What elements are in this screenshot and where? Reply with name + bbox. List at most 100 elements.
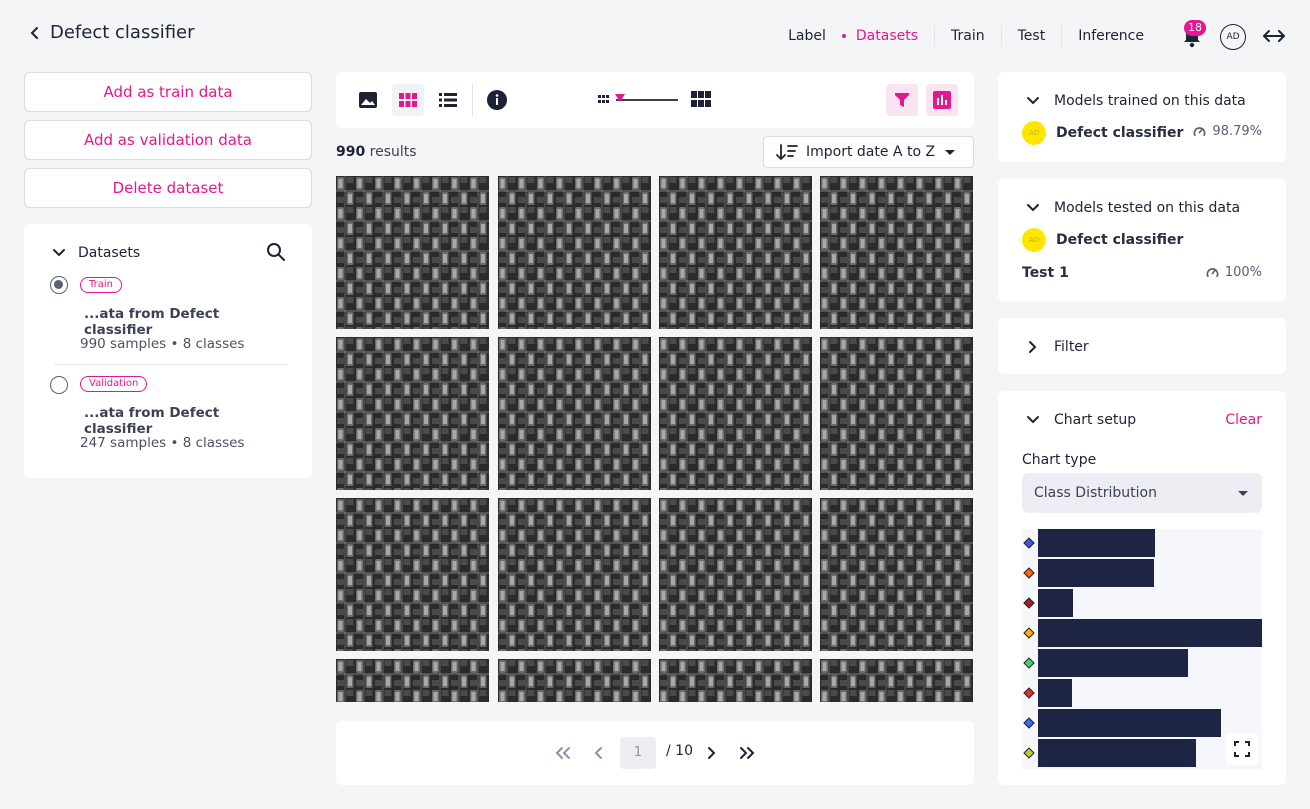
page-number-input[interactable]: 1 [620,737,656,769]
image-thumbnail[interactable] [336,659,489,702]
fullscreen-icon [1234,741,1250,757]
search-icon[interactable] [266,242,286,262]
thumbnail-size-slider[interactable] [616,99,678,101]
image-thumbnail[interactable] [498,176,651,329]
datasets-header[interactable]: Datasets [52,245,140,261]
first-page-button[interactable] [551,741,575,765]
class-color-marker [1023,657,1035,669]
chart-bar[interactable] [1038,559,1154,587]
slider-handle[interactable] [615,94,625,102]
image-thumbnail[interactable] [498,337,651,490]
tested-model-row[interactable]: AD Defect classifier [1022,228,1183,252]
chart-bar[interactable] [1038,709,1221,737]
image-thumbnail[interactable] [659,498,812,651]
nav-inference[interactable]: Inference [1061,25,1160,47]
page-title: Defect classifier [50,22,195,43]
image-thumbnail[interactable] [820,498,973,651]
page-total: / 10 [666,743,693,759]
dataset-radio-train[interactable] [50,276,68,294]
clear-button[interactable]: Clear [1225,412,1262,428]
delete-dataset-button[interactable]: Delete dataset [24,168,312,208]
chart-bar[interactable] [1038,649,1188,677]
results-count: 990 results [336,144,417,160]
list-view-button[interactable] [432,84,464,116]
dataset-meta-train: 990 samples • 8 classes [80,336,245,352]
models-trained-card: Models trained on this data AD Defect cl… [998,72,1286,162]
nav-label[interactable]: Label [772,25,842,47]
image-thumbnail[interactable] [820,659,973,702]
filter-card[interactable]: Filter [998,318,1286,374]
sort-dropdown[interactable]: Import date A to Z [763,136,974,168]
add-train-data-button[interactable]: Add as train data [24,72,312,112]
trained-model-row[interactable]: AD Defect classifier [1022,121,1183,145]
main-nav: Label Datasets Train Test Inference [772,22,1160,50]
image-thumbnail[interactable] [820,176,973,329]
chevron-down-icon [1027,204,1039,212]
last-page-button[interactable] [735,741,759,765]
image-thumbnail[interactable] [498,659,651,702]
model-avatar: AD [1022,121,1046,145]
image-thumbnail[interactable] [336,498,489,651]
dataset-item-validation[interactable]: Validation ...ata from Defect classifier… [50,376,288,466]
image-thumbnail[interactable] [659,176,812,329]
expand-horizontal-icon[interactable] [1262,26,1286,46]
caret-down-icon [945,150,955,155]
image-thumbnail[interactable] [336,337,489,490]
chart-type-select[interactable]: Class Distribution [1022,473,1262,513]
image-thumbnail[interactable] [336,176,489,329]
class-color-marker [1023,627,1035,639]
image-thumbnail[interactable] [498,498,651,651]
models-tested-header[interactable]: Models tested on this data [1026,200,1240,216]
chart-bar[interactable] [1038,529,1155,557]
grid-view-button[interactable] [392,84,424,116]
nav-datasets[interactable]: Datasets [841,25,934,47]
previous-page-button[interactable] [587,741,611,765]
chart-setup-header[interactable]: Chart setup [1026,412,1136,428]
datasets-panel: Datasets Train ...ata from Defect classi… [24,224,312,478]
pagination: 1 / 10 [336,721,974,785]
filter-button[interactable] [886,84,918,116]
chevron-left-icon [594,747,602,759]
image-view-button[interactable] [352,84,384,116]
datasets-title: Datasets [78,245,141,261]
bar-chart-icon [933,91,951,109]
expand-chart-button[interactable] [1226,733,1258,765]
image-thumbnail[interactable] [820,337,973,490]
back-link[interactable]: Defect classifier [28,22,195,43]
models-trained-header[interactable]: Models trained on this data [1026,93,1246,109]
image-thumbnail[interactable] [659,659,812,702]
chart-button[interactable] [926,84,958,116]
results-label: results [365,144,417,160]
chart-bar[interactable] [1038,679,1072,707]
chart-bar-row [1022,679,1262,709]
sort-label: Import date A to Z [806,144,936,160]
toolbar-divider [472,84,473,116]
chart-bar[interactable] [1038,739,1196,767]
dataset-item-train[interactable]: Train ...ata from Defect classifier 990 … [50,276,288,366]
next-page-button[interactable] [699,741,723,765]
class-color-marker [1023,567,1035,579]
filter-header[interactable]: Filter [1026,339,1089,355]
large-grid-icon [691,91,711,107]
small-grid-icon [598,95,609,103]
chart-bar-row [1022,559,1262,589]
trained-accuracy-value: 98.79% [1212,124,1262,139]
info-icon [487,90,507,110]
class-color-marker [1023,687,1035,699]
dataset-name-validation: ...ata from Defect classifier [84,405,220,437]
model-avatar: AD [1022,228,1046,252]
nav-test[interactable]: Test [1000,25,1062,47]
info-button[interactable] [481,84,513,116]
nav-train[interactable]: Train [934,25,1001,47]
chart-bar[interactable] [1038,619,1262,647]
image-thumbnail[interactable] [659,337,812,490]
gauge-icon [1193,127,1206,137]
chevron-down-icon [1027,97,1039,105]
dataset-radio-validation[interactable] [50,376,68,394]
avatar[interactable]: AD [1220,24,1246,50]
add-validation-data-button[interactable]: Add as validation data [24,120,312,160]
chevron-right-icon [708,747,716,759]
models-tested-card: Models tested on this data AD Defect cla… [998,179,1286,301]
chart-bar[interactable] [1038,589,1073,617]
test-name[interactable]: Test 1 [1022,265,1069,281]
